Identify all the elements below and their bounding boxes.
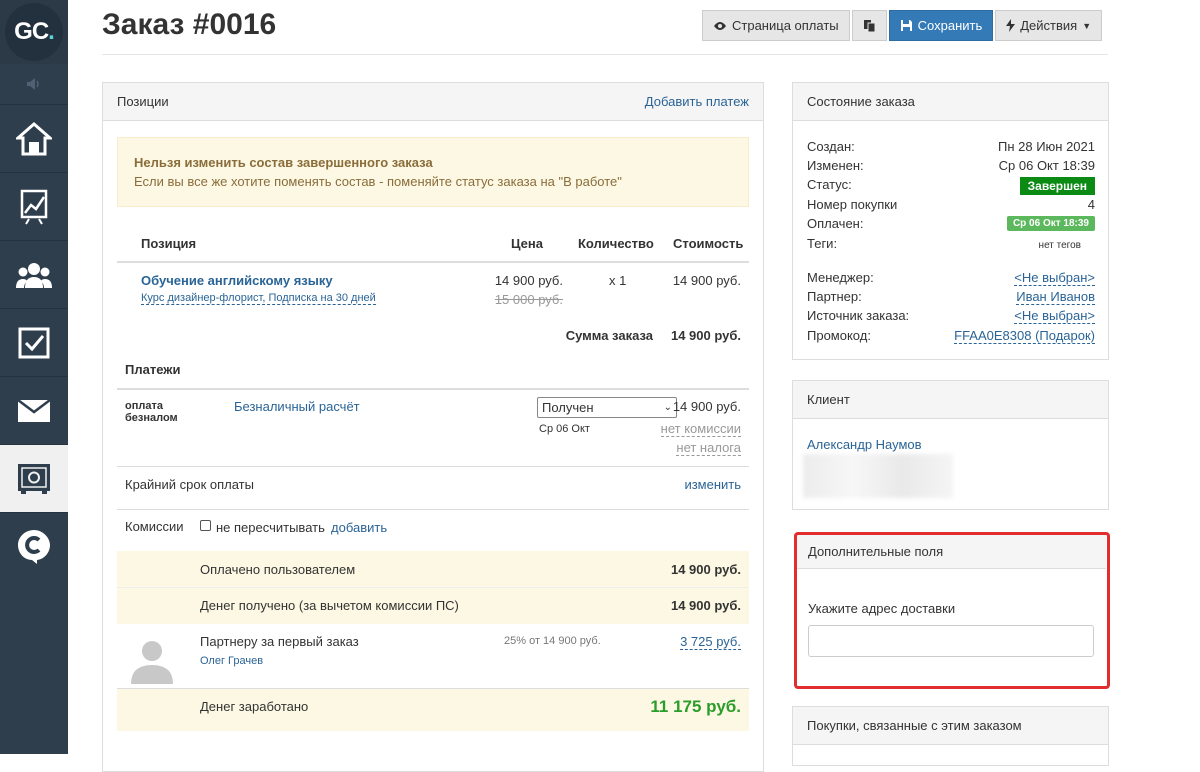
payment-amount: 14 900 руб. bbox=[661, 399, 741, 414]
item-qty: x 1 bbox=[609, 273, 626, 288]
paid-by-user-value: 14 900 руб. bbox=[671, 562, 741, 577]
table-header-divider bbox=[117, 261, 749, 263]
commission-label: Комиссии bbox=[125, 519, 184, 534]
tags-row: Теги:нет тегов bbox=[807, 236, 1095, 251]
save-button[interactable]: Сохранить bbox=[889, 10, 994, 41]
actions-dropdown[interactable]: Действия ▼ bbox=[995, 10, 1102, 41]
item-name-link[interactable]: Обучение английскому языку bbox=[141, 273, 333, 288]
client-contacts-blurred bbox=[803, 454, 953, 498]
safe-icon[interactable] bbox=[0, 444, 68, 512]
client-panel: Клиент Александр Наумов bbox=[792, 380, 1109, 510]
deadline-label: Крайний срок оплаты bbox=[125, 477, 254, 492]
earned-value: 11 175 руб. bbox=[650, 697, 741, 717]
highlight-frame bbox=[794, 532, 1110, 689]
promo-link[interactable]: FFAA0E8308 (Подарок) bbox=[954, 328, 1095, 344]
caret-down-icon: ▼ bbox=[1082, 21, 1091, 31]
paid-badge: Ср 06 Окт 18:39 bbox=[1007, 216, 1095, 231]
add-commission-link[interactable]: добавить bbox=[331, 520, 387, 535]
status-badge: Завершен bbox=[1020, 177, 1095, 195]
related-panel: Покупки, связанные с этим заказом bbox=[792, 706, 1109, 766]
chat-icon[interactable] bbox=[0, 512, 68, 580]
source-select-link[interactable]: <Не выбран> bbox=[1014, 308, 1095, 324]
positions-header: Позиции Добавить платеж bbox=[103, 83, 763, 121]
page-title: Заказ #0016 bbox=[102, 8, 276, 42]
title-divider bbox=[102, 54, 1108, 55]
sum-label: Сумма заказа bbox=[503, 328, 653, 343]
no-recount-label: не пересчитывать bbox=[216, 520, 325, 535]
payment-method-link[interactable]: Безналичный расчёт bbox=[234, 399, 360, 414]
payments-heading: Платежи bbox=[125, 362, 180, 377]
logo-mark: GC. bbox=[5, 3, 63, 61]
copy-button[interactable] bbox=[852, 10, 887, 41]
received-value: 14 900 руб. bbox=[671, 598, 741, 613]
manager-select-link[interactable]: <Не выбран> bbox=[1014, 270, 1095, 286]
sum-value: 14 900 руб. bbox=[651, 328, 741, 343]
received-label: Денег получено (за вычетом комиссии ПС) bbox=[200, 598, 459, 613]
partner-avatar bbox=[127, 634, 177, 684]
payments-divider bbox=[117, 388, 749, 390]
col-cost: Стоимость bbox=[673, 236, 743, 251]
deadline-divider bbox=[117, 466, 749, 467]
col-price: Цена bbox=[511, 236, 543, 251]
mail-icon[interactable] bbox=[0, 376, 68, 444]
bolt-icon bbox=[1006, 19, 1015, 32]
related-header: Покупки, связанные с этим заказом bbox=[793, 707, 1108, 745]
no-recount-checkbox[interactable] bbox=[200, 520, 211, 531]
payment-status-date: Ср 06 Окт bbox=[539, 423, 590, 435]
paid-by-user-label: Оплачено пользователем bbox=[200, 562, 355, 577]
app-logo[interactable]: GC. bbox=[0, 0, 68, 64]
chart-icon[interactable] bbox=[0, 172, 68, 240]
toolbar: Страница оплаты Сохранить Действия ▼ bbox=[702, 10, 1102, 41]
partner-value[interactable]: 3 725 руб. bbox=[680, 634, 741, 649]
created-row: Создан:Пн 28 Июн 2021 bbox=[807, 139, 1095, 154]
partner-label: Партнеру за первый заказ bbox=[200, 634, 359, 649]
promo-row: Промокод:FFAA0E8308 (Подарок) bbox=[807, 328, 1095, 344]
changed-row: Изменен:Ср 06 Окт 18:39 bbox=[807, 158, 1095, 173]
col-position: Позиция bbox=[141, 236, 196, 251]
partner-row: Партнер:Иван Иванов bbox=[807, 289, 1095, 305]
order-state-header: Состояние заказа bbox=[793, 83, 1108, 121]
client-header: Клиент bbox=[793, 381, 1108, 419]
positions-panel: Позиции Добавить платеж Нельзя изменить … bbox=[102, 82, 764, 772]
eye-icon bbox=[713, 21, 727, 31]
item-price: 14 900 руб. bbox=[483, 273, 563, 288]
sound-icon[interactable] bbox=[0, 64, 68, 104]
sidebar: GC. bbox=[0, 0, 68, 754]
warning-alert: Нельзя изменить состав завершенного зака… bbox=[117, 137, 749, 207]
item-sub-link[interactable]: Курс дизайнер-флорист, Подписка на 30 дн… bbox=[141, 292, 376, 305]
order-state-panel: Состояние заказа Создан:Пн 28 Июн 2021 И… bbox=[792, 82, 1109, 360]
partner-select-link[interactable]: Иван Иванов bbox=[1016, 289, 1095, 305]
partner-name-link[interactable]: Олег Грачев bbox=[200, 655, 263, 667]
main-content: Заказ #0016 Страница оплаты Сохранить Де… bbox=[68, 0, 1200, 754]
item-old-price: 15 000 руб. bbox=[483, 292, 563, 307]
tasks-icon[interactable] bbox=[0, 308, 68, 376]
commission-divider bbox=[117, 509, 749, 510]
payment-method-logo: оплата безналом bbox=[125, 400, 185, 424]
col-quantity: Количество bbox=[578, 236, 654, 251]
partner-percent: 25% от 14 900 руб. bbox=[504, 635, 601, 647]
status-row: Статус:Завершен bbox=[807, 177, 1095, 195]
earned-label: Денег заработано bbox=[200, 699, 308, 714]
home-icon[interactable] bbox=[0, 104, 68, 172]
purchase-row: Номер покупки4 bbox=[807, 197, 1095, 212]
floppy-icon bbox=[900, 19, 913, 32]
paid-row: Оплачен:Ср 06 Окт 18:39 bbox=[807, 216, 1095, 231]
copy-icon bbox=[863, 19, 876, 33]
manager-row: Менеджер:<Не выбран> bbox=[807, 270, 1095, 286]
payment-page-button[interactable]: Страница оплаты bbox=[702, 10, 850, 41]
client-name-link[interactable]: Александр Наумов bbox=[807, 437, 922, 452]
item-cost: 14 900 руб. bbox=[661, 273, 741, 288]
no-commission[interactable]: нет комиссии bbox=[661, 421, 741, 436]
users-icon[interactable] bbox=[0, 240, 68, 308]
deadline-change-link[interactable]: изменить bbox=[684, 477, 741, 492]
no-tax[interactable]: нет налога bbox=[676, 440, 741, 455]
add-payment-link[interactable]: Добавить платеж bbox=[645, 94, 749, 109]
source-row: Источник заказа:<Не выбран> bbox=[807, 308, 1095, 324]
payment-status-select[interactable]: Получен ⌄ bbox=[537, 397, 677, 418]
